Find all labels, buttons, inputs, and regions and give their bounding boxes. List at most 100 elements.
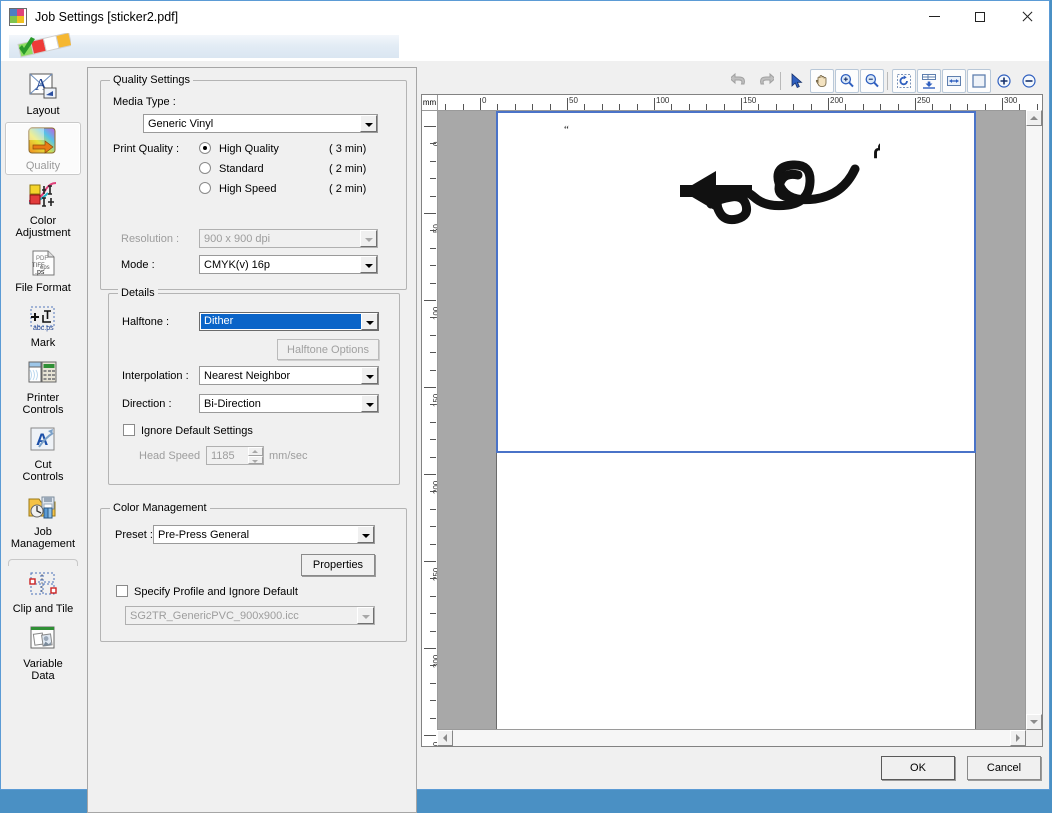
ruler-label: 300 (1004, 96, 1018, 105)
fit-width-button[interactable] (942, 68, 966, 93)
horizontal-scrollbar[interactable] (437, 729, 1026, 746)
ruler-tick (430, 595, 436, 597)
properties-button[interactable]: Properties (301, 554, 375, 576)
interpolation-select[interactable]: Nearest Neighbor (199, 366, 379, 385)
sidebar-item-clip-and-tile[interactable]: Clip and Tile (5, 565, 81, 618)
radio-high-speed[interactable] (199, 182, 211, 194)
ruler-tick (430, 665, 436, 667)
ruler-tick (584, 104, 586, 110)
ruler-tick (915, 98, 916, 110)
head-speed-unit: mm/sec (269, 450, 308, 462)
zoom-in-button[interactable] (835, 68, 859, 93)
ruler-label: 0 (482, 96, 487, 105)
zoom-step-out-button[interactable] (1017, 69, 1041, 93)
chevron-down-icon (361, 367, 378, 384)
maximize-icon (975, 11, 985, 22)
sidebar-item-variable-data[interactable]: Variable Data (5, 620, 81, 685)
pan-tool-button[interactable] (810, 68, 834, 93)
scroll-down-button[interactable] (1026, 714, 1042, 730)
undo-icon (731, 72, 745, 84)
rotate-icon (897, 73, 911, 88)
sidebar-item-label-2: Management (10, 538, 76, 550)
undo-button[interactable] (728, 69, 752, 93)
ruler-tick (430, 613, 436, 615)
sidebar-item-mark[interactable]: abc.ps Mark (5, 299, 81, 352)
fit-page-button[interactable] (967, 68, 991, 93)
dialog-body: A Layout Quality Color Adjustment PDF TI… (1, 61, 1049, 813)
sidebar-item-job-management[interactable]: Job Management (5, 488, 81, 553)
preset-select[interactable]: Pre-Press General (153, 525, 375, 544)
sidebar-item-quality[interactable]: Quality (5, 122, 81, 175)
halftone-label: Halftone : (122, 316, 170, 328)
halftone-select[interactable]: Dither (199, 312, 379, 331)
radio-standard[interactable] (199, 162, 211, 174)
ok-label: OK (910, 762, 926, 774)
mode-select[interactable]: CMYK(v) 16p (199, 255, 378, 274)
ok-button[interactable]: OK (881, 756, 955, 780)
standard-time: ( 2 min) (329, 163, 367, 175)
ruler-tick (654, 98, 655, 110)
ignore-default-settings-checkbox[interactable] (123, 424, 135, 436)
job-bounding-box[interactable]: “ اهدنا الصراط المستقيم (496, 111, 976, 453)
sidebar-item-label: File Format (15, 282, 71, 294)
rotate-button[interactable] (892, 68, 916, 93)
scroll-right-button[interactable] (1010, 730, 1026, 746)
ruler-tick (741, 98, 742, 110)
ruler-tick (793, 104, 795, 110)
header-banner (1, 32, 1049, 61)
direction-select[interactable]: Bi-Direction (199, 394, 379, 413)
sidebar-item-layout[interactable]: A Layout (5, 67, 81, 120)
ruler-tick (430, 369, 436, 371)
fit-page-icon (972, 73, 986, 88)
toolbar-separator-2 (884, 71, 891, 91)
ruler-tick (424, 300, 436, 301)
media-type-select[interactable]: Generic Vinyl (143, 114, 378, 133)
sidebar-item-printer-controls[interactable]: Printer Controls (5, 354, 81, 419)
ruler-tick (514, 104, 516, 110)
sidebar-item-cut-controls[interactable]: A Cut Controls (5, 421, 81, 486)
select-tool-button[interactable] (785, 69, 809, 93)
scroll-up-button[interactable] (1026, 110, 1042, 126)
sidebar-item-label: Color (29, 215, 57, 227)
align-button[interactable] (917, 68, 941, 93)
specify-profile-checkbox[interactable] (116, 585, 128, 597)
ruler-tick (619, 104, 621, 110)
zoom-out-button[interactable] (860, 68, 884, 93)
ruler-tick (549, 104, 551, 110)
file-format-icon: PDF TIFF eps .ps (32, 250, 55, 276)
close-button[interactable] (1003, 1, 1049, 32)
vertical-scrollbar[interactable] (1025, 110, 1042, 730)
scroll-left-button[interactable] (437, 730, 453, 746)
quality-settings-group: Quality Settings Media Type : Generic Vi… (100, 74, 407, 290)
chevron-down-icon (361, 313, 378, 330)
stepper-down-icon (248, 455, 263, 464)
radio-high-quality-label: High Quality (219, 143, 279, 155)
artwork-arabic-text: اهدنا الصراط المستقيم (872, 124, 880, 159)
ruler-tick (984, 104, 986, 110)
minimize-button[interactable] (911, 1, 957, 32)
preview-scene[interactable]: “ اهدنا الصراط المستقيم (438, 111, 1026, 730)
resolution-label: Resolution : (121, 233, 180, 245)
mode-label: Mode : (121, 259, 155, 271)
zoom-step-in-button[interactable] (992, 69, 1016, 93)
artwork-preview: “ اهدنا الصراط المستقيم (564, 124, 880, 225)
ruler-tick (967, 104, 969, 110)
head-speed-value: 1185 (211, 449, 235, 462)
radio-high-quality[interactable] (199, 142, 211, 154)
direction-value: Bi-Direction (204, 397, 261, 410)
chevron-down-icon (360, 256, 377, 273)
head-speed-stepper: 1185 (206, 446, 264, 465)
sidebar-item-label-2: Data (31, 670, 55, 682)
print-quality-label: Print Quality : (113, 143, 180, 155)
vertical-ruler: 050100150200250300350 (422, 110, 438, 746)
ruler-label: 150 (743, 96, 757, 105)
maximize-button[interactable] (957, 1, 1003, 32)
sidebar-item-color-adjustment[interactable]: Color Adjustment (5, 177, 81, 242)
sidebar-item-file-format[interactable]: PDF TIFF eps .ps File Format (5, 244, 81, 297)
preview-canvas[interactable]: mm 0 50 100 150 200 250 300 050100150200250300… (421, 94, 1043, 747)
resolution-value: 900 x 900 dpi (204, 232, 271, 245)
mode-value: CMYK(v) 16p (204, 258, 271, 271)
ruler-tick (430, 195, 436, 197)
cancel-button[interactable]: Cancel (967, 756, 1041, 780)
redo-button[interactable] (753, 69, 777, 93)
